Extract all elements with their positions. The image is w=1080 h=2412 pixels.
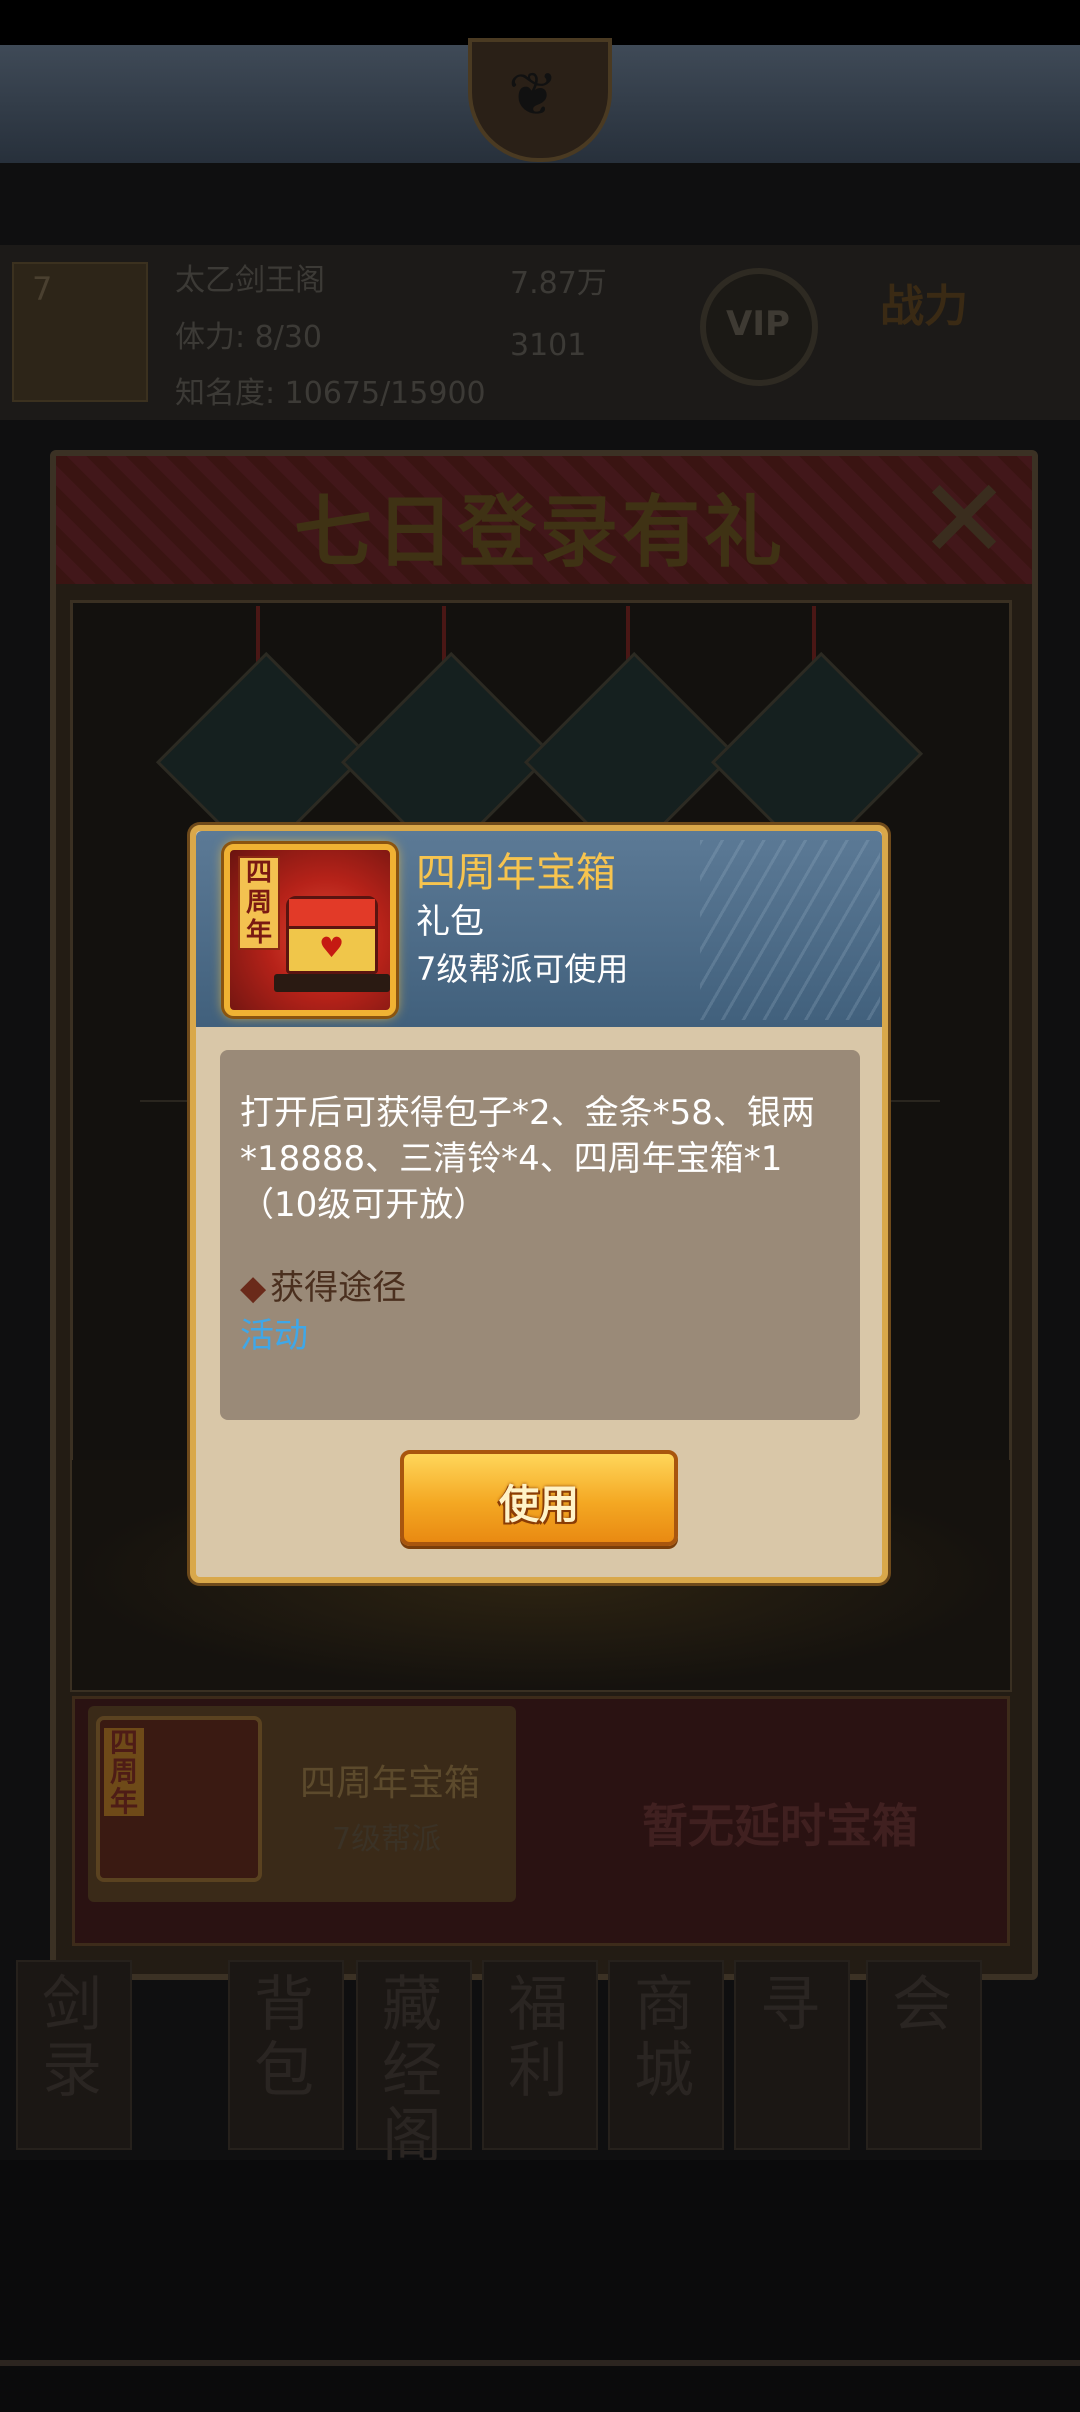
fame-label: 知名度: 10675/15900 — [175, 376, 486, 411]
bottom-divider — [0, 2360, 1080, 2366]
item-requirement: 7级帮派可使用 — [416, 950, 629, 988]
bottom-dark-area — [0, 2160, 1080, 2412]
vip-label: VIP — [726, 304, 790, 344]
nav-item-seek[interactable]: 寻 — [734, 1960, 850, 2150]
gold-amount: 3101 — [510, 328, 587, 363]
nav-label: 寻 — [760, 1970, 820, 2040]
nav-item-guild[interactable]: 会 — [866, 1960, 982, 2150]
treasure-chest-icon: 四周年 ♥ — [224, 844, 396, 1016]
nav-item-bag[interactable]: 背包 — [228, 1960, 344, 2150]
use-button-label: 使用 — [499, 1482, 579, 1528]
nav-label: 会 — [892, 1970, 952, 2040]
nav-label: 商城 — [634, 1970, 694, 2106]
location-name: 太乙剑王阁 — [175, 263, 325, 298]
close-icon[interactable]: ✕ — [918, 464, 1010, 574]
nav-label: 剑录 — [42, 1970, 102, 2106]
divider — [880, 1100, 940, 1102]
empty-timed-chest-text: 暂无延时宝箱 — [642, 1799, 918, 1853]
nav-item-sword[interactable]: 剑录 — [16, 1960, 132, 2150]
nav-item-welfare[interactable]: 福利 — [482, 1960, 598, 2150]
obtain-source-label: ◆ 获得途径 — [240, 1260, 406, 1309]
obtain-source-text: 获得途径 — [270, 1268, 407, 1308]
diamond-bullet-icon: ◆ — [240, 1268, 267, 1308]
timed-chest-requirement: 7级帮派 — [332, 1822, 442, 1857]
nav-label: 背包 — [254, 1970, 314, 2106]
item-title: 四周年宝箱 — [416, 850, 616, 896]
chest-thumbnail-tag: 四周年 — [104, 1728, 144, 1817]
timed-chest-name: 四周年宝箱 — [300, 1763, 481, 1804]
power-label: 战力 — [880, 281, 968, 332]
item-description: 打开后可获得包子*2、金条*58、银两*18888、三清铃*4、四周年宝箱*1（… — [240, 1093, 815, 1225]
vip-badge[interactable]: VIP — [700, 268, 818, 386]
obtain-source-link[interactable]: 活动 — [240, 1308, 308, 1357]
silver-amount: 7.87万 — [510, 266, 607, 301]
guild-level-number: 7 — [32, 270, 53, 308]
nav-item-shop[interactable]: 商城 — [608, 1960, 724, 2150]
header-calligraphy-art — [700, 840, 880, 1020]
chest-stand — [274, 974, 390, 992]
nav-label: 福利 — [508, 1970, 568, 2106]
guild-level-badge: 7 — [12, 262, 148, 402]
nav-item-library[interactable]: 藏经阁 — [356, 1960, 472, 2170]
chest-body-icon: ♥ — [286, 896, 378, 974]
nav-label: 藏经阁 — [382, 1970, 442, 2172]
anniversary-tag: 四周年 — [238, 856, 280, 950]
use-button[interactable]: 使用 — [400, 1450, 678, 1546]
stamina-label: 体力: 8/30 — [175, 320, 323, 355]
item-type: 礼包 — [416, 902, 484, 942]
